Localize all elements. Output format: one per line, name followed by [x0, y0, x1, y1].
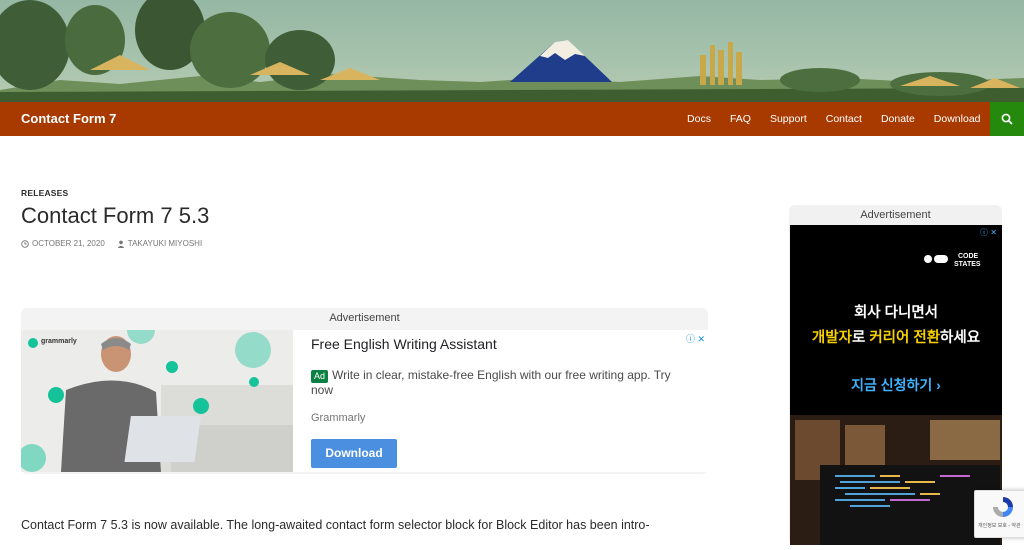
header-banner-image[interactable] [0, 0, 1024, 102]
ad-download-button[interactable]: Download [311, 439, 397, 468]
recaptcha-privacy-link[interactable]: 개인정보 보호 - 약관 [978, 522, 1021, 529]
nav-item-donate[interactable]: Donate [871, 102, 924, 136]
search-toggle-button[interactable] [990, 102, 1024, 136]
recaptcha-icon [993, 497, 1013, 517]
user-icon [117, 240, 124, 248]
codestates-logo: CODE STATES [924, 253, 981, 269]
advertisement-label: Advertisement [329, 312, 400, 324]
ad-headline[interactable]: Free English Writing Assistant [311, 336, 497, 352]
sidebar-advertisement-label: Advertisement [860, 209, 931, 221]
nav-item-download[interactable]: Download [924, 102, 990, 136]
adchoices-icon[interactable]: ⓘ ✕ [686, 332, 705, 345]
ad-description-text: Write in clear, mistake-free English wit… [311, 368, 671, 397]
sidebar-ad-photo [790, 415, 1002, 545]
ad-description[interactable]: Ad Write in clear, mistake-free English w… [311, 368, 681, 398]
nav-item-contact[interactable]: Contact [816, 102, 871, 136]
ad-image[interactable]: grammarly [21, 330, 293, 472]
post-category-link[interactable]: RELEASES [21, 188, 68, 198]
search-icon [1001, 113, 1013, 125]
ad-badge: Ad [311, 370, 329, 383]
nav-menu: Docs FAQ Support Contact Donate Download [678, 102, 990, 136]
post-date-link[interactable]: OCTOBER 21, 2020 [32, 239, 105, 248]
post-meta: OCTOBER 21, 2020 TAKAYUKI MIYOSHI [21, 239, 202, 248]
post-title: Contact Form 7 5.3 [21, 203, 210, 228]
post-author-link[interactable]: TAKAYUKI MIYOSHI [128, 239, 202, 248]
ad-advertiser[interactable]: Grammarly [311, 412, 365, 424]
post-body-text: Contact Form 7 5.3 is now available. The… [21, 518, 650, 532]
grammarly-logo: grammarly [41, 338, 77, 345]
sidebar-ad-headline-1: 회사 다니면서 [853, 305, 939, 321]
recaptcha-badge[interactable] [974, 490, 1024, 538]
nav-item-support[interactable]: Support [760, 102, 816, 136]
sidebar-ad-headline-2: 개발자로 커리어 전환하세요 [811, 330, 981, 346]
nav-item-docs[interactable]: Docs [678, 102, 721, 136]
clock-icon [21, 239, 29, 248]
site-title-link[interactable]: Contact Form 7 [21, 102, 116, 136]
nav-item-faq[interactable]: FAQ [720, 102, 760, 136]
sidebar-adchoices-icon[interactable]: ⓘ ✕ [980, 227, 997, 238]
sidebar-ad-cta[interactable]: 지금 신청하기 › [790, 375, 1002, 395]
main-navigation: Contact Form 7 Docs FAQ Support Contact … [0, 102, 1024, 136]
